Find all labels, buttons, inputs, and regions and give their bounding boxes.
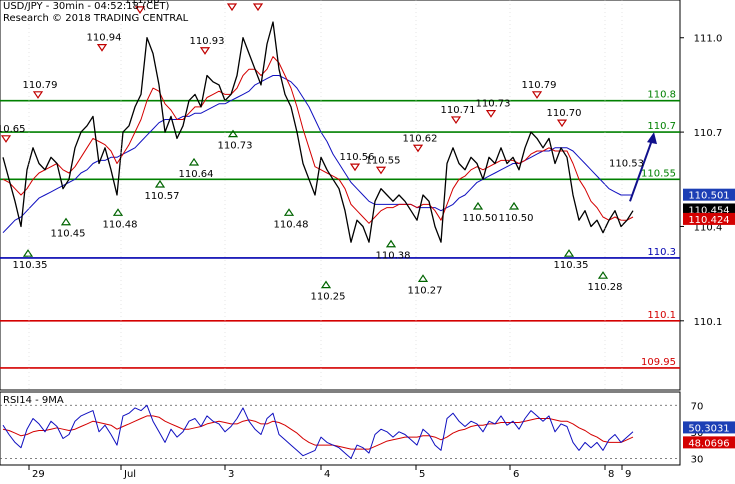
price-tag-label-0: 110.501 — [688, 191, 729, 202]
projection-label: 110.53 — [609, 159, 644, 170]
x-tick-label-3: 4 — [324, 469, 330, 480]
level-label-3: 110.3 — [647, 247, 676, 258]
swing-low-label-2: 110.48 — [103, 219, 138, 230]
chart-container: 110.8 110.7 110.55 110.3 110.1 109.95 110.65 1… — [0, 0, 735, 480]
chart-svg: 110.8 110.7 110.55 110.3 110.1 109.95 110.65 1… — [0, 0, 735, 480]
swing-low-label-0: 110.35 — [13, 260, 48, 271]
swing-low-label-4: 110.64 — [179, 169, 214, 180]
swing-high-label-13: 110.70 — [547, 108, 582, 119]
swing-low-label-7: 110.25 — [311, 292, 346, 303]
level-label-4: 110.1 — [647, 310, 676, 321]
level-label-1: 110.7 — [647, 121, 676, 132]
x-tick-label-0: 29 — [32, 469, 45, 480]
swing-high-label-8: 110.55 — [366, 155, 401, 166]
swing-high-label-0: 110.65 — [0, 124, 26, 135]
swing-low-label-6: 110.48 — [274, 219, 309, 230]
swing-low-label-5: 110.73 — [218, 141, 253, 152]
swing-low-label-9: 110.27 — [408, 285, 443, 296]
chart-source: Research © 2018 TRADING CENTRAL — [3, 13, 189, 24]
swing-high-label-6: 111.12 — [243, 0, 278, 3]
level-label-5: 109.95 — [641, 357, 676, 368]
y-tick-label-3: 110.1 — [694, 317, 723, 328]
rsi-tag-label-1: 48.0696 — [688, 438, 729, 449]
level-label-2: 110.55 — [641, 168, 676, 179]
x-tick-label-7: 9 — [625, 469, 631, 480]
swing-low-label-13: 110.28 — [588, 282, 623, 293]
price-tag-label-2: 110.424 — [688, 215, 729, 226]
swing-low-label-3: 110.57 — [145, 191, 180, 202]
swing-high-label-4: 110.93 — [190, 36, 225, 47]
x-tick-label-4: 5 — [419, 469, 425, 480]
chart-title: USD/JPY - 30min - 04:52:18 (CET) — [3, 1, 170, 12]
y-tick-label-1: 110.7 — [694, 128, 723, 139]
swing-low-label-8: 110.38 — [376, 251, 411, 262]
rsi-tag-label-0: 50.3031 — [688, 423, 729, 434]
swing-high-label-12: 110.79 — [522, 80, 557, 91]
swing-low-label-1: 110.45 — [51, 229, 86, 240]
swing-high-label-1: 110.79 — [23, 80, 58, 91]
x-tick-label-5: 6 — [513, 469, 519, 480]
rsi-panel-title: RSI14 - 9MA — [3, 395, 64, 406]
swing-high-label-10: 110.71 — [441, 105, 476, 116]
swing-high-label-9: 110.62 — [403, 133, 438, 144]
swing-high-label-11: 110.73 — [476, 99, 511, 110]
rsi-tick-label-2: 30 — [691, 454, 704, 465]
swing-high-label-2: 110.94 — [87, 33, 122, 44]
x-tick-label-1: Jul — [123, 469, 136, 480]
x-tick-label-2: 3 — [228, 469, 234, 480]
swing-low-label-10: 110.50 — [463, 213, 498, 224]
swing-low-label-12: 110.35 — [554, 260, 589, 271]
x-tick-label-6: 8 — [608, 469, 614, 480]
swing-low-label-11: 110.50 — [499, 213, 534, 224]
rsi-tick-label-0: 70 — [691, 401, 704, 412]
y-tick-label-0: 111.0 — [694, 34, 723, 45]
level-label-0: 110.8 — [647, 90, 676, 101]
